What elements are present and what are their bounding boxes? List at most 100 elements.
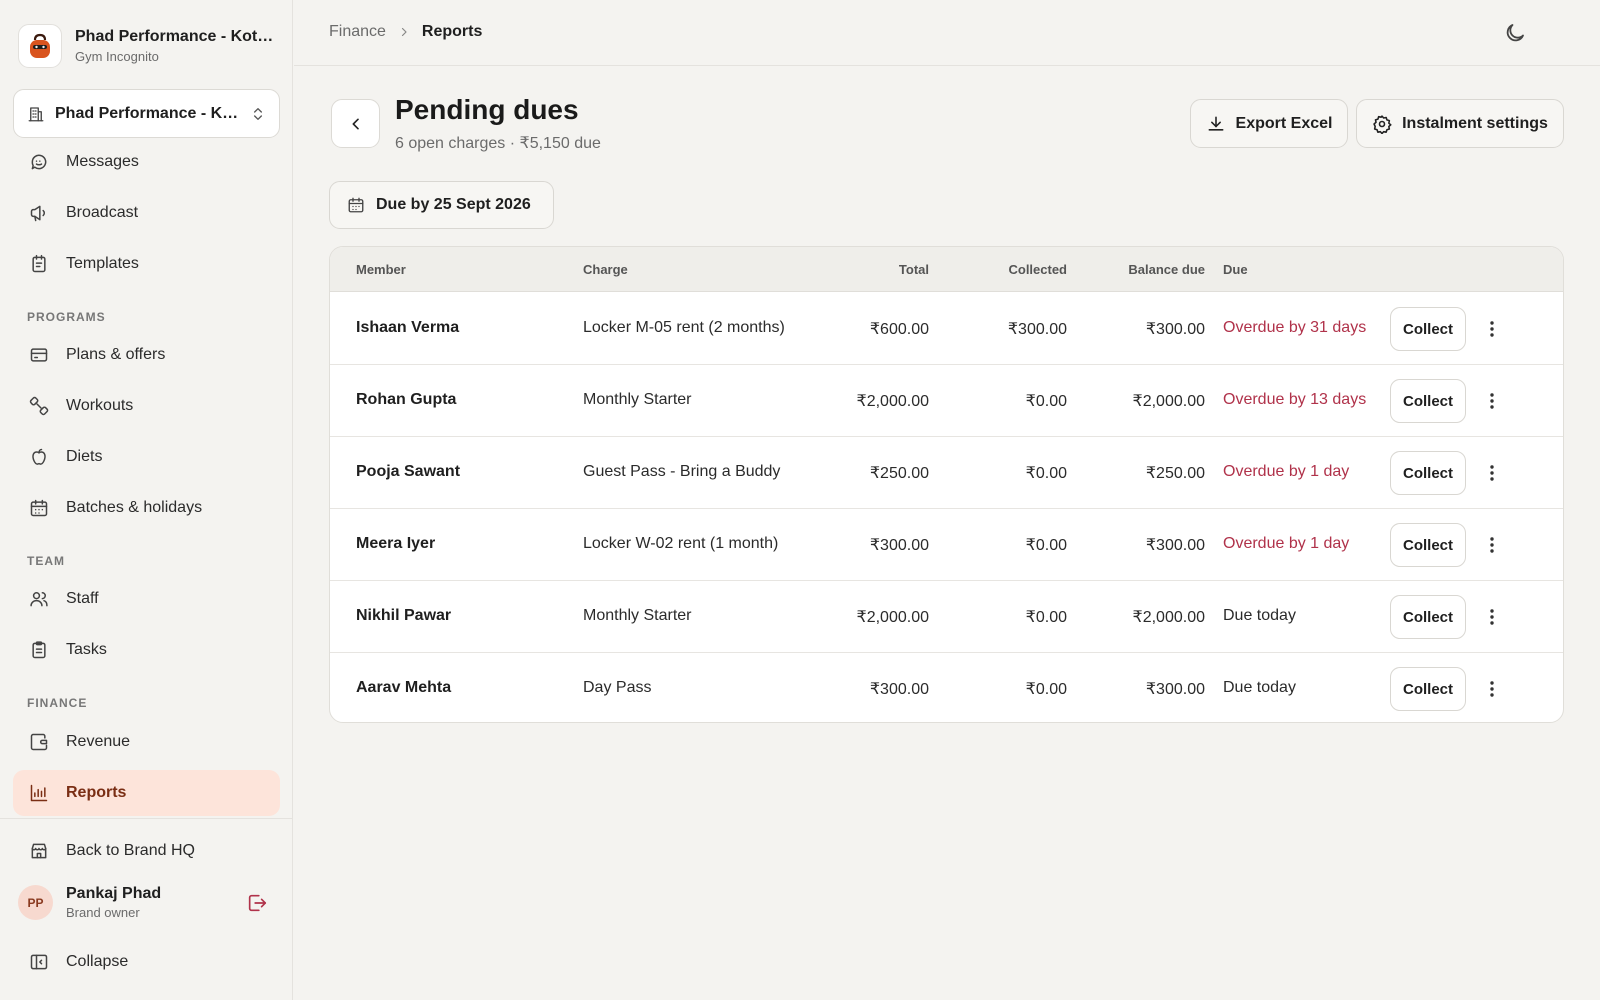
instalment-settings-button[interactable]: Instalment settings <box>1356 99 1564 148</box>
users-icon <box>30 592 48 607</box>
table-row[interactable]: Aarav Mehta Day Pass ₹300.00 ₹0.00 ₹300.… <box>330 653 1563 722</box>
table-row[interactable]: Ishaan Verma Locker M-05 rent (2 months)… <box>330 293 1563 365</box>
gear-icon <box>1373 114 1392 134</box>
sidebar-item-staff[interactable]: Staff <box>13 576 280 622</box>
sidebar-item-batches[interactable]: Batches & holidays <box>13 485 280 531</box>
dark-mode-toggle-icon[interactable] <box>1503 21 1527 45</box>
instalment-settings-label: Instalment settings <box>1402 114 1548 132</box>
back-button[interactable] <box>331 99 380 148</box>
collected-amount: ₹0.00 <box>1025 393 1067 410</box>
collected-amount: ₹0.00 <box>1025 537 1067 554</box>
sidebar-item-messages[interactable]: Messages <box>13 139 280 185</box>
sidebar-item-label: Tasks <box>66 641 107 658</box>
total-amount: ₹300.00 <box>869 681 929 698</box>
collect-button[interactable]: Collect <box>1390 307 1466 351</box>
breadcrumb: Finance Reports <box>329 23 482 41</box>
due-status: Due today <box>1223 607 1296 624</box>
column-header-member[interactable]: Member <box>356 262 406 277</box>
table-row[interactable]: Meera Iyer Locker W-02 rent (1 month) ₹3… <box>330 509 1563 581</box>
clipboard-icon <box>32 641 46 659</box>
sidebar-item-label: Messages <box>66 153 139 170</box>
member-name: Aarav Mehta <box>356 679 452 696</box>
sidebar-item-label: Broadcast <box>66 204 139 221</box>
brand-subtitle: Gym Incognito <box>75 49 159 64</box>
user-profile[interactable]: PP Pankaj Phad Brand owner <box>18 885 268 920</box>
sidebar-item-templates[interactable]: Templates <box>13 241 280 287</box>
balance-amount: ₹250.00 <box>1145 465 1205 482</box>
sidebar-item-label: Revenue <box>66 733 131 750</box>
more-options-icon[interactable] <box>1480 677 1504 701</box>
charge-name: Day Pass <box>583 679 652 696</box>
sidebar-item-broadcast[interactable]: Broadcast <box>13 190 280 236</box>
collected-amount: ₹0.00 <box>1025 681 1067 698</box>
column-header-total[interactable]: Total <box>899 262 929 277</box>
charge-name: Monthly Starter <box>583 391 692 408</box>
member-name: Pooja Sawant <box>356 463 461 480</box>
member-name: Meera Iyer <box>356 535 436 552</box>
charge-name: Locker M-05 rent (2 months) <box>583 319 785 336</box>
sidebar-item-label: Workouts <box>66 397 134 414</box>
column-header-collected[interactable]: Collected <box>1008 262 1067 277</box>
export-excel-button[interactable]: Export Excel <box>1190 99 1348 148</box>
table-row[interactable]: Rohan Gupta Monthly Starter ₹2,000.00 ₹0… <box>330 365 1563 437</box>
sidebar-item-workouts[interactable]: Workouts <box>13 383 280 429</box>
chart-icon <box>30 784 48 802</box>
chevron-right-icon <box>401 27 407 37</box>
location-select[interactable]: Phad Performance - Kothrud <box>13 89 280 138</box>
sidebar-item-revenue[interactable]: Revenue <box>13 719 280 765</box>
balance-amount: ₹2,000.00 <box>1132 609 1205 626</box>
section-label-finance: FINANCE <box>27 696 88 710</box>
collect-button[interactable]: Collect <box>1390 451 1466 495</box>
pending-dues-table: Member Charge Total Collected Balance du… <box>329 246 1564 723</box>
collect-button[interactable]: Collect <box>1390 379 1466 423</box>
page-subtitle: 6 open charges · ₹5,150 due <box>395 135 601 152</box>
breadcrumb-finance[interactable]: Finance <box>329 23 386 41</box>
balance-amount: ₹300.00 <box>1145 537 1205 554</box>
due-date-filter[interactable]: Due by 25 Sept 2026 <box>329 181 554 229</box>
sidebar-item-collapse[interactable]: Collapse <box>13 939 280 985</box>
total-amount: ₹2,000.00 <box>856 609 929 626</box>
due-status: Overdue by 1 day <box>1223 463 1350 480</box>
sidebar-item-back-hq[interactable]: Back to Brand HQ <box>13 828 280 874</box>
chevron-left-icon <box>352 118 359 129</box>
credit-card-icon <box>30 348 48 362</box>
collected-amount: ₹0.00 <box>1025 609 1067 626</box>
collect-button[interactable]: Collect <box>1390 667 1466 711</box>
table-row[interactable]: Nikhil Pawar Monthly Starter ₹2,000.00 ₹… <box>330 581 1563 653</box>
calendar-icon <box>30 499 48 517</box>
sidebar-divider <box>0 818 293 819</box>
sidebar-item-label: Staff <box>66 590 99 607</box>
sidebar-item-plans[interactable]: Plans & offers <box>13 332 280 378</box>
sidebar-item-diets[interactable]: Diets <box>13 434 280 480</box>
page-title: Pending dues <box>395 94 579 125</box>
more-options-icon[interactable] <box>1480 389 1504 413</box>
logout-icon[interactable] <box>246 892 268 914</box>
sidebar-item-label: Batches & holidays <box>66 499 203 516</box>
collect-button[interactable]: Collect <box>1390 523 1466 567</box>
sidebar-item-reports[interactable]: Reports <box>13 770 280 816</box>
message-icon <box>31 154 47 170</box>
sidebar: Phad Performance - Kothrud Gym Incognito… <box>0 0 293 1000</box>
dumbbell-icon <box>29 396 49 416</box>
sidebar-item-label: Diets <box>66 448 103 465</box>
breadcrumb-reports: Reports <box>421 23 483 40</box>
brand-header[interactable]: Phad Performance - Kothrud Gym Incognito <box>18 24 275 68</box>
column-header-balance[interactable]: Balance due <box>1128 262 1205 277</box>
charge-name: Monthly Starter <box>583 607 692 624</box>
more-options-icon[interactable] <box>1480 605 1504 629</box>
more-options-icon[interactable] <box>1480 461 1504 485</box>
sidebar-item-label: Back to Brand HQ <box>66 842 195 859</box>
table-row[interactable]: Pooja Sawant Guest Pass - Bring a Buddy … <box>330 437 1563 509</box>
collect-button[interactable]: Collect <box>1390 595 1466 639</box>
collected-amount: ₹300.00 <box>1007 321 1067 338</box>
sidebar-item-tasks[interactable]: Tasks <box>13 627 280 673</box>
more-options-icon[interactable] <box>1480 317 1504 341</box>
more-options-icon[interactable] <box>1480 533 1504 557</box>
column-header-charge[interactable]: Charge <box>583 262 628 277</box>
column-header-due[interactable]: Due <box>1223 262 1248 277</box>
due-status: Overdue by 31 days <box>1223 319 1367 336</box>
location-label: Phad Performance - Kothrud <box>55 104 240 122</box>
template-icon <box>32 254 46 273</box>
sidebar-collapse-icon <box>30 954 48 970</box>
avatar: PP <box>18 885 53 920</box>
